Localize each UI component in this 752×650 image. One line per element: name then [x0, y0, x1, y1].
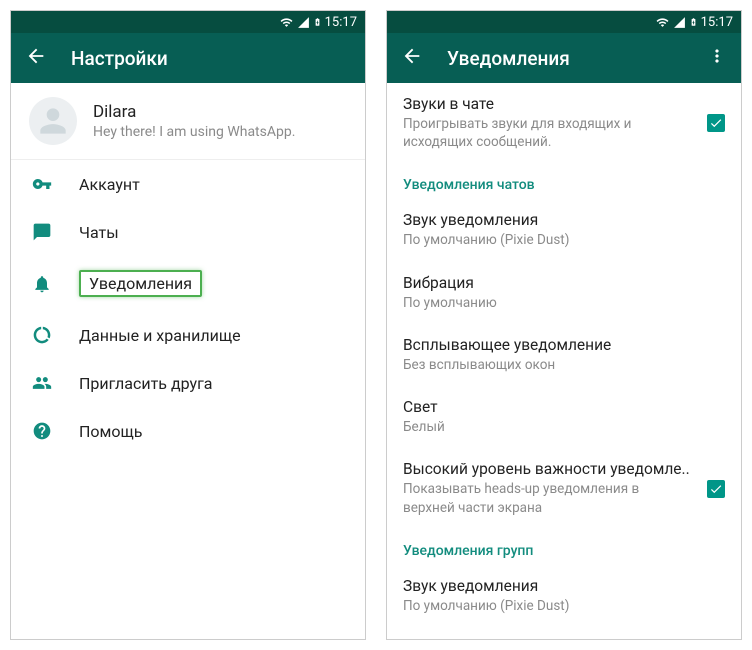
status-time: 15:17 — [325, 15, 357, 30]
settings-item-account[interactable]: Аккаунт — [11, 160, 365, 208]
notifications-content: Звуки в чате Проигрывать звуки для входя… — [387, 83, 741, 639]
settings-label: Чаты — [79, 223, 119, 242]
app-bar: Уведомления — [387, 33, 741, 83]
item-subtitle: По умолчанию (Pixie Dust) — [403, 597, 725, 615]
section-header-chats: Уведомления чатов — [387, 163, 741, 199]
status-bar: 15:17 — [387, 11, 741, 33]
bell-icon — [29, 274, 55, 294]
back-button[interactable] — [25, 45, 47, 71]
check-icon — [709, 116, 723, 130]
item-title: Звуки в чате — [403, 95, 725, 113]
settings-label: Данные и хранилище — [79, 326, 241, 345]
settings-label: Аккаунт — [79, 175, 140, 194]
settings-label: Помощь — [79, 422, 142, 441]
item-subtitle: По умолчанию (Pixie Dust) — [403, 231, 725, 249]
people-icon — [29, 373, 55, 393]
profile-text: Dilara Hey there! I am using WhatsApp. — [93, 102, 295, 140]
back-button[interactable] — [401, 45, 423, 71]
more-vert-icon — [707, 46, 727, 66]
settings-item-chats[interactable]: Чаты — [11, 208, 365, 256]
chat-vibrate[interactable]: Вибрация По умолчанию — [387, 262, 741, 324]
more-button[interactable] — [707, 46, 727, 70]
item-subtitle: Проигрывать звуки для входящих и исходящ… — [403, 115, 725, 151]
profile-row[interactable]: Dilara Hey there! I am using WhatsApp. — [11, 83, 365, 160]
section-header-groups: Уведомления групп — [387, 529, 741, 565]
item-subtitle: По умолчанию — [403, 294, 725, 312]
help-icon — [29, 421, 55, 441]
item-title: Всплывающее уведомление — [403, 336, 725, 354]
profile-status: Hey there! I am using WhatsApp. — [93, 124, 295, 140]
settings-item-invite[interactable]: Пригласить друга — [11, 359, 365, 407]
item-title: Звук уведомления — [403, 211, 725, 229]
settings-item-notifications[interactable]: Уведомления — [11, 256, 365, 311]
settings-item-help[interactable]: Помощь — [11, 407, 365, 455]
status-bar: 15:17 — [11, 11, 365, 33]
group-vibrate[interactable]: Вибрация По умолчанию — [387, 627, 741, 639]
arrow-back-icon — [401, 45, 423, 67]
person-icon — [34, 102, 72, 140]
chat-icon — [29, 222, 55, 242]
avatar — [29, 97, 77, 145]
item-subtitle: Без всплывающих окон — [403, 356, 725, 374]
settings-label: Уведомления — [79, 270, 202, 297]
chat-popup[interactable]: Всплывающее уведомление Без всплывающих … — [387, 324, 741, 386]
arrow-back-icon — [25, 45, 47, 67]
battery-icon — [313, 15, 322, 29]
battery-icon — [689, 15, 698, 29]
page-title: Настройки — [71, 47, 351, 70]
settings-screen: 15:17 Настройки Dilara Hey there! I am u… — [10, 10, 366, 640]
item-title: Свет — [403, 398, 725, 416]
page-title: Уведомления — [447, 47, 707, 70]
chat-notification-tone[interactable]: Звук уведомления По умолчанию (Pixie Dus… — [387, 199, 741, 261]
item-subtitle: Белый — [403, 418, 725, 436]
wifi-icon — [655, 16, 670, 29]
data-usage-icon — [29, 325, 55, 345]
settings-label: Пригласить друга — [79, 374, 213, 393]
notifications-screen: 15:17 Уведомления Звуки в чате Проигрыва… — [386, 10, 742, 640]
chat-light[interactable]: Свет Белый — [387, 386, 741, 448]
checkbox-checked[interactable] — [707, 114, 725, 132]
signal-icon — [673, 16, 686, 29]
settings-item-data[interactable]: Данные и хранилище — [11, 311, 365, 359]
signal-icon — [297, 16, 310, 29]
item-title: Высокий уровень важности уведомле.. — [403, 460, 725, 478]
profile-name: Dilara — [93, 102, 295, 122]
check-icon — [709, 482, 723, 496]
item-title: Вибрация — [403, 274, 725, 292]
app-bar: Настройки — [11, 33, 365, 83]
item-subtitle: Показывать heads-up уведомления в верхне… — [403, 480, 725, 516]
conversation-tones-toggle[interactable]: Звуки в чате Проигрывать звуки для входя… — [387, 83, 741, 163]
item-title: Звук уведомления — [403, 577, 725, 595]
checkbox-checked[interactable] — [707, 480, 725, 498]
key-icon — [29, 174, 55, 194]
chat-high-priority-toggle[interactable]: Высокий уровень важности уведомле.. Пока… — [387, 448, 741, 528]
group-notification-tone[interactable]: Звук уведомления По умолчанию (Pixie Dus… — [387, 565, 741, 627]
settings-content: Dilara Hey there! I am using WhatsApp. А… — [11, 83, 365, 639]
wifi-icon — [279, 16, 294, 29]
status-time: 15:17 — [701, 15, 733, 30]
